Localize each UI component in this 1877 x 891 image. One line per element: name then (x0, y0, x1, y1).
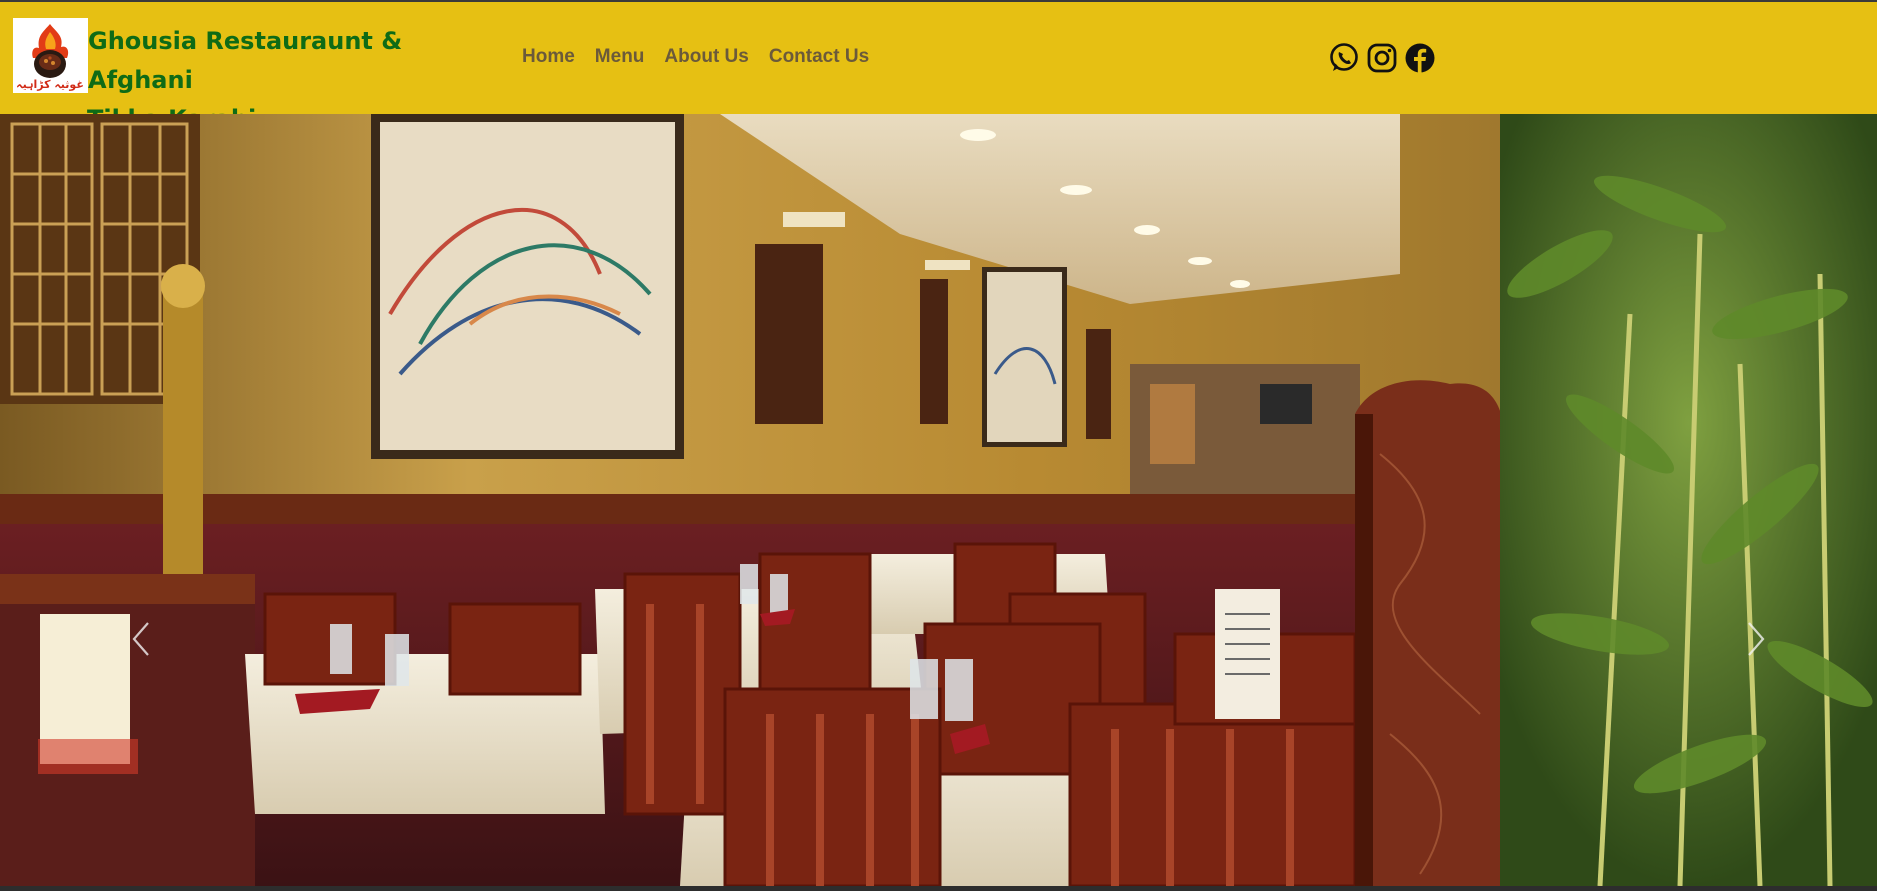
carousel-next-button[interactable] (1735, 619, 1775, 659)
social-links (1328, 42, 1436, 74)
whatsapp-icon[interactable] (1328, 42, 1360, 74)
nav-contact-link[interactable]: Contact Us (769, 46, 869, 68)
bottom-border (0, 886, 1877, 891)
chevron-left-icon (132, 622, 149, 656)
svg-text:غوثیہ کڑاہیہ: غوثیہ کڑاہیہ (16, 78, 84, 91)
restaurant-logo[interactable]: غوثیہ کڑاہیہ (13, 18, 88, 93)
nav-menu-link[interactable]: Menu (595, 46, 645, 68)
main-nav: Home Menu About Us Contact Us (522, 46, 889, 68)
hero-carousel (0, 114, 1877, 886)
nav-about-link[interactable]: About Us (664, 46, 748, 68)
site-title-line1: Ghousia Restauraunt & Afghani (88, 27, 403, 94)
nav-home-link[interactable]: Home (522, 46, 575, 68)
restaurant-dining-room-photo (0, 114, 1877, 886)
facebook-icon[interactable] (1404, 42, 1436, 74)
chevron-right-icon (1748, 622, 1765, 656)
navbar: غوثیہ کڑاہیہ Ghousia Restauraunt & Afgha… (0, 2, 1877, 133)
instagram-icon[interactable] (1366, 42, 1398, 74)
carousel-prev-button[interactable] (122, 619, 162, 659)
